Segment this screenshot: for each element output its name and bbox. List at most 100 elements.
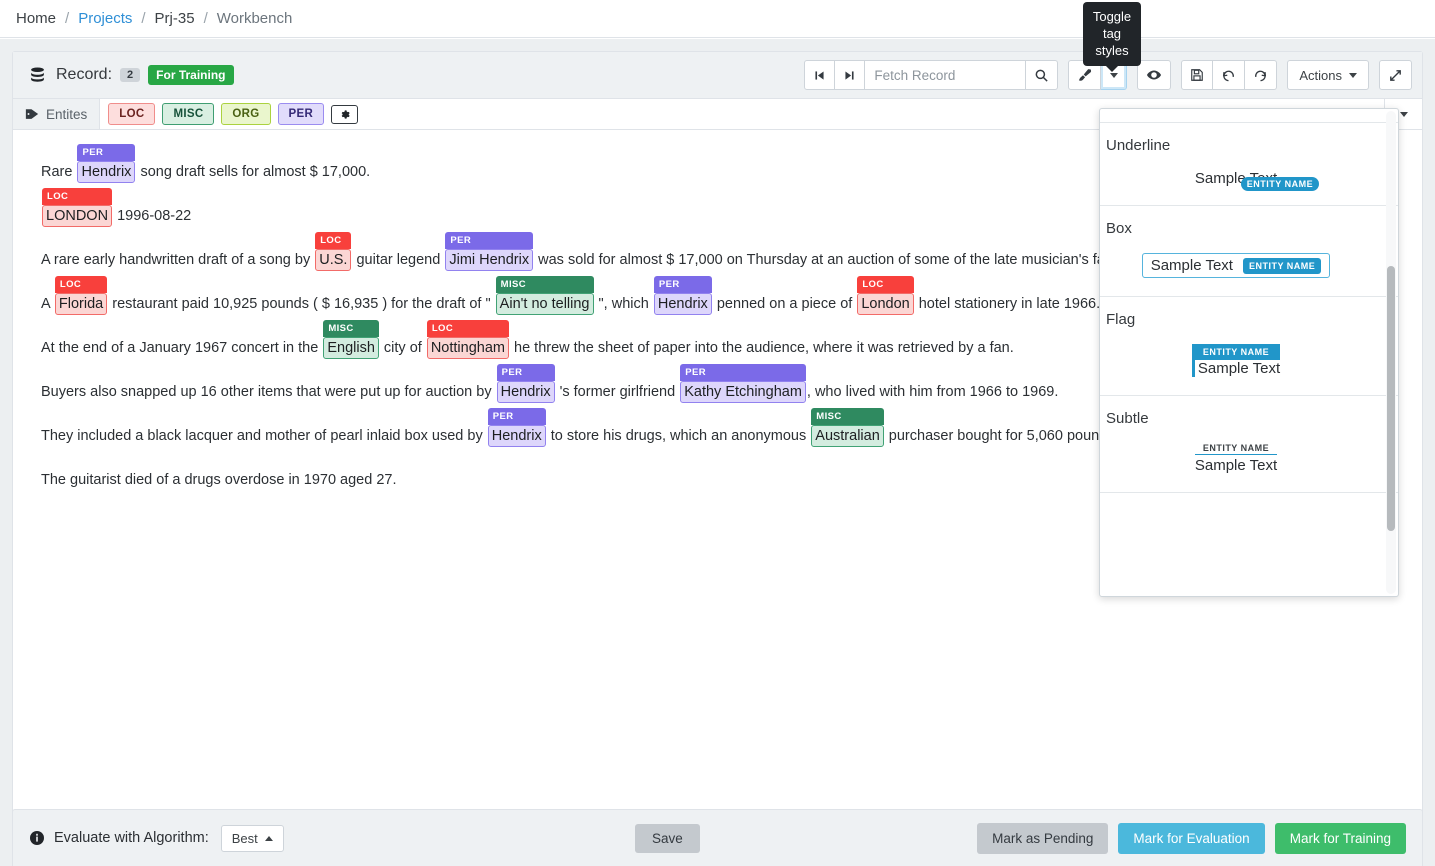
entity-tag-misc[interactable]: MISCEnglish <box>323 337 379 359</box>
tag-style-option-underline[interactable]: UnderlineSample TextENTITY NAME <box>1100 123 1398 206</box>
entity-tag-label: PER <box>445 232 533 249</box>
document-text: Rare <box>41 164 76 180</box>
entities-tab-label: Entites <box>46 107 87 122</box>
gear-icon[interactable] <box>331 105 358 124</box>
entity-tag-per[interactable]: PERJimi Hendrix <box>445 249 533 271</box>
page-body: Record: 2 For Training <box>0 39 1435 866</box>
breadcrumb-item-prj-35: Prj-35 <box>155 10 195 27</box>
edit-actions-group <box>1181 60 1277 90</box>
entity-tag-label: MISC <box>496 276 594 293</box>
tag-icon <box>25 107 39 121</box>
entity-tag-label: PER <box>488 408 546 425</box>
undo-button[interactable] <box>1213 60 1245 90</box>
chevron-down-icon <box>1110 73 1118 78</box>
tag-style-option-box[interactable]: Box Sample TextENTITY NAME <box>1100 206 1398 297</box>
mark-training-button[interactable]: Mark for Training <box>1275 823 1406 854</box>
actions-button[interactable]: Actions <box>1287 60 1369 90</box>
document-text: restaurant paid 10,925 pounds ( $ 16,935… <box>108 296 494 312</box>
entity-tag-text: Australian <box>815 428 879 444</box>
entity-filter-org[interactable]: ORG <box>221 103 270 125</box>
tag-style-option-partial[interactable] <box>1100 109 1398 123</box>
preview-group <box>1137 60 1171 90</box>
preview-entity-name: ENTITY NAME <box>1243 258 1321 274</box>
save-record-button[interactable] <box>1181 60 1213 90</box>
redo-button[interactable] <box>1245 60 1277 90</box>
entity-tag-text: Nottingham <box>431 340 505 356</box>
tag-style-option-flag[interactable]: FlagENTITY NAMESample Text <box>1100 297 1398 396</box>
entity-tag-loc[interactable]: LOCNottingham <box>427 337 509 359</box>
entity-tag-text: Hendrix <box>492 428 542 444</box>
expand-button[interactable] <box>1379 60 1412 90</box>
entity-tag-text: Florida <box>59 296 103 312</box>
entity-tag-label: PER <box>497 364 555 381</box>
info-icon <box>29 830 45 846</box>
document-text: A rare early handwritten draft of a song… <box>41 252 314 268</box>
entity-tag-label: LOC <box>427 320 509 337</box>
entity-tag-text: Hendrix <box>501 384 551 400</box>
entity-filter-loc[interactable]: LOC <box>108 103 155 125</box>
fetch-record-input[interactable] <box>865 60 1025 90</box>
preview-entity-name: ENTITY NAME <box>1241 177 1319 191</box>
entity-tag-misc[interactable]: MISCAin't no telling <box>496 293 594 315</box>
save-button[interactable]: Save <box>635 824 700 853</box>
search-button[interactable] <box>1025 60 1058 90</box>
chevron-down-icon <box>1400 112 1408 117</box>
entity-tag-label: LOC <box>55 276 107 293</box>
entity-tag-loc[interactable]: LOCFlorida <box>55 293 107 315</box>
entity-tag-misc[interactable]: MISCAustralian <box>811 425 883 447</box>
fetch-record-group <box>804 60 1058 90</box>
entity-tag-label: MISC <box>811 408 883 425</box>
preview-entity-name: ENTITY NAME <box>1195 443 1277 455</box>
entity-tag-per[interactable]: PERHendrix <box>654 293 712 315</box>
tag-style-option-subtle[interactable]: Subtle ENTITY NAME Sample Text <box>1100 396 1398 493</box>
mark-evaluation-button[interactable]: Mark for Evaluation <box>1118 823 1264 854</box>
entity-tag-per[interactable]: PERHendrix <box>488 425 546 447</box>
document-text: city of <box>380 340 426 356</box>
footer-action-buttons: Mark as Pending Mark for Evaluation Mark f… <box>977 823 1406 854</box>
tag-style-dropdown-panel[interactable]: UnderlineSample TextENTITY NAME Box Sample… <box>1099 108 1399 597</box>
expand-group <box>1379 60 1412 90</box>
tag-style-option-name: Box <box>1106 220 1382 237</box>
document-text: Buyers also snapped up 16 other items th… <box>41 384 496 400</box>
entity-tag-loc[interactable]: LOCU.S. <box>315 249 351 271</box>
first-record-button[interactable] <box>804 60 835 90</box>
entity-tag-label: LOC <box>315 232 351 249</box>
footer-bar: Evaluate with Algorithm: Best Save Mark … <box>12 809 1423 866</box>
entity-tag-loc[interactable]: LOCLondon <box>857 293 913 315</box>
evaluate-label: Evaluate with Algorithm: <box>54 830 209 846</box>
actions-group: Actions <box>1287 60 1369 90</box>
entity-tag-loc[interactable]: LOCLONDON <box>42 205 112 227</box>
entity-tag-label: LOC <box>857 276 913 293</box>
preview-underline: Sample TextENTITY NAME <box>1195 170 1277 187</box>
preview-subtle: ENTITY NAME Sample Text <box>1195 443 1277 474</box>
entity-tag-text: Kathy Etchingham <box>684 384 802 400</box>
entity-tag-per[interactable]: PERHendrix <box>497 381 555 403</box>
document-text: A <box>41 296 54 312</box>
breadcrumb-item-projects[interactable]: Projects <box>78 10 132 27</box>
tag-style-preview: Sample TextENTITY NAME <box>1106 170 1382 187</box>
tooltip: Toggle tag styles <box>1083 2 1141 66</box>
breadcrumb: Home/Projects/Prj-35/Workbench <box>0 0 1435 38</box>
record-count-badge: 2 <box>120 68 140 82</box>
preview-button[interactable] <box>1137 60 1171 90</box>
status-badge: For Training <box>148 65 233 85</box>
preview-sample-text: Sample Text <box>1195 457 1277 474</box>
entity-filter-misc[interactable]: MISC <box>162 103 214 125</box>
entity-tag-text: Ain't no telling <box>500 296 590 312</box>
last-record-button[interactable] <box>835 60 865 90</box>
tag-style-preview: ENTITY NAME Sample Text <box>1106 443 1382 474</box>
tag-style-option-name: Flag <box>1106 311 1382 328</box>
entity-tag-per[interactable]: PERKathy Etchingham <box>680 381 806 403</box>
entity-tag-label: LOC <box>42 188 112 205</box>
preview-box: Sample TextENTITY NAME <box>1142 253 1331 278</box>
dropdown-scrollbar-thumb[interactable] <box>1387 266 1395 531</box>
dropdown-scrollbar-track[interactable] <box>1386 111 1396 594</box>
algorithm-select[interactable]: Best <box>221 825 284 852</box>
entity-filter-per[interactable]: PER <box>278 103 325 125</box>
document-text: guitar legend <box>352 252 444 268</box>
entity-tag-per[interactable]: PERHendrix <box>77 161 135 183</box>
mark-pending-button[interactable]: Mark as Pending <box>977 823 1108 854</box>
tag-style-option-name: Subtle <box>1106 410 1382 427</box>
entities-tab[interactable]: Entites <box>13 99 100 129</box>
breadcrumb-separator: / <box>204 10 208 27</box>
